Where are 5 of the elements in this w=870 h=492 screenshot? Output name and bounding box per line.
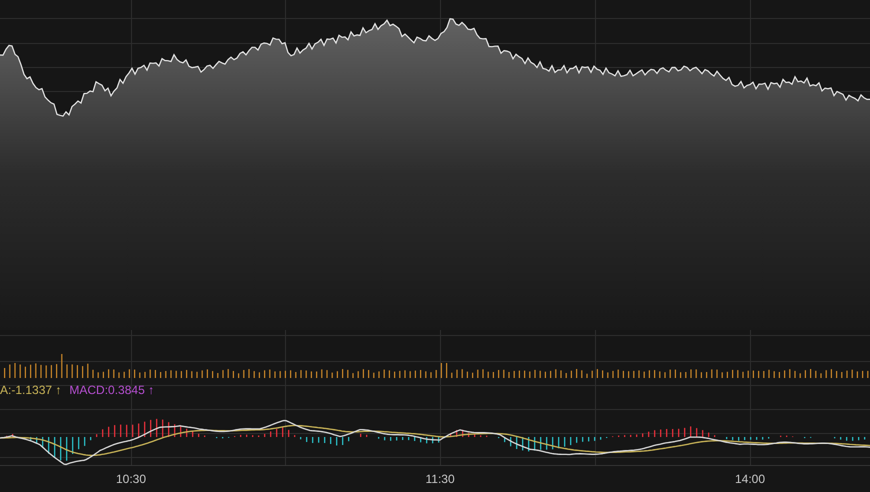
time-label: 14:00 bbox=[735, 471, 766, 487]
time-label: 11:30 bbox=[426, 471, 455, 487]
time-label: 10:30 bbox=[116, 471, 146, 487]
indicator-label: A:-1.1337 ↑ bbox=[0, 382, 62, 398]
indicator-label: MACD:0.3845 ↑ bbox=[69, 382, 154, 398]
